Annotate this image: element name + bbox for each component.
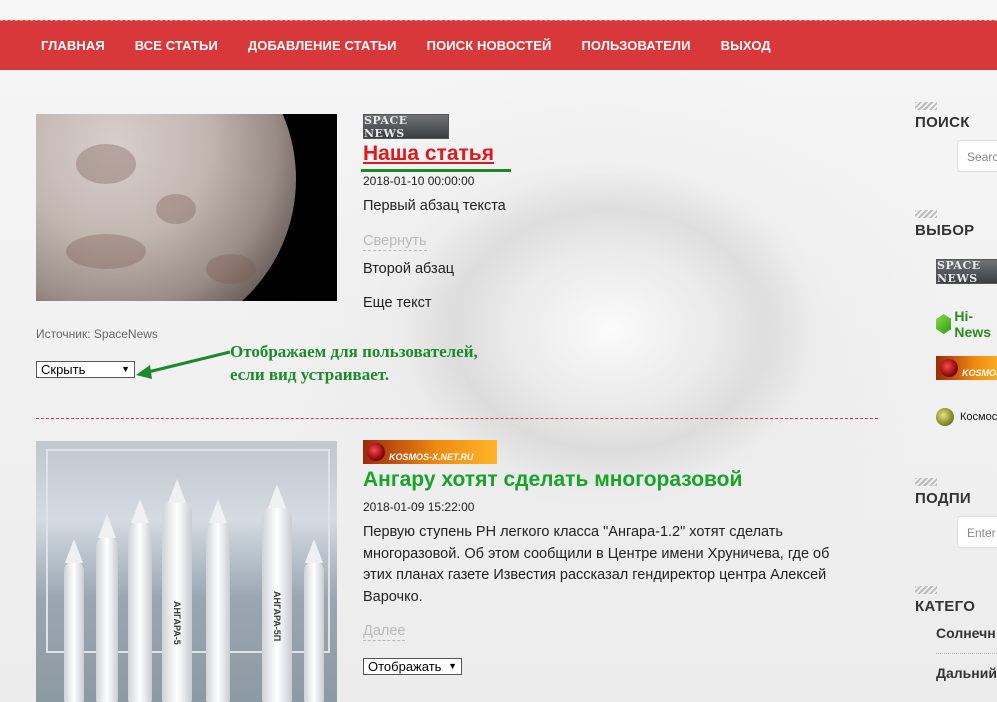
sidebar-heading-search: ПОИСК <box>915 97 997 131</box>
source-logo-spacenews[interactable]: SPACE NEWS <box>363 114 449 140</box>
kosmos-ball-icon <box>367 443 385 461</box>
title-highlight-underline <box>361 169 511 172</box>
rocket: АНГАРА-5 <box>162 501 192 702</box>
nav-item-logout[interactable]: ВЫХОД <box>721 38 771 53</box>
hatch-icon <box>915 210 937 219</box>
article-paragraph: Второй абзац <box>363 261 455 277</box>
planet-crater <box>156 194 196 224</box>
cube-icon <box>936 314 952 334</box>
planet-crater <box>66 234 146 269</box>
nav-item-home[interactable]: ГЛАВНАЯ <box>41 38 105 53</box>
kosmos-small-label: Космос <box>960 411 997 423</box>
rocket-label: АНГАРА-5 <box>172 601 182 645</box>
kosmos-label: KOSMOS <box>962 368 997 378</box>
sidebar-heading-text: ПОИСК <box>915 114 970 131</box>
source-logo-kosmos[interactable]: KOSMOS-X.NET.RU <box>363 440 497 464</box>
article-date: 2018-01-10 00:00:00 <box>363 174 475 188</box>
article-divider <box>36 418 878 419</box>
main-nav: ГЛАВНАЯ ВСЕ СТАТЬИ ДОБАВЛЕНИЕ СТАТЬИ ПОИ… <box>0 20 997 70</box>
sidebar-source-hinews[interactable]: Hi-News <box>936 308 997 340</box>
annotation-arrow-icon <box>136 350 231 379</box>
chevron-down-icon: ▼ <box>448 661 457 671</box>
nav-item-news-search[interactable]: ПОИСК НОВОСТЕЙ <box>427 38 552 53</box>
article-source: Источник: SpaceNews <box>36 327 158 341</box>
article-image-rockets[interactable]: АНГАРА-5 АНГАРА-5П <box>36 441 337 702</box>
visibility-select-value: Отображать <box>368 659 442 674</box>
nav-item-all-articles[interactable]: ВСЕ СТАТЬИ <box>135 38 218 53</box>
article-paragraph: Еще текст <box>363 295 432 311</box>
visibility-select[interactable]: Отображать ▼ <box>363 658 462 675</box>
planet-crater <box>76 144 136 184</box>
category-item[interactable]: Дальний <box>936 665 997 681</box>
rocket <box>64 561 84 702</box>
planet-crater <box>206 254 256 284</box>
sidebar-heading-subscribe: ПОДПИ <box>915 473 997 507</box>
top-strip <box>0 0 997 20</box>
planet-icon <box>936 408 954 426</box>
hatch-icon <box>915 102 937 111</box>
rocket <box>304 561 324 702</box>
sidebar-source-kosmos[interactable]: KOSMOS <box>936 356 997 380</box>
article-paragraph: Первый абзац текста <box>363 198 506 214</box>
sidebar-heading-text: КАТЕГО <box>915 598 976 615</box>
rocket <box>206 521 230 702</box>
rocket: АНГАРА-5П <box>262 506 292 702</box>
sidebar-heading-categories: КАТЕГО <box>915 581 997 615</box>
category-item[interactable]: Солнечн <box>936 625 996 641</box>
rocket <box>96 536 118 702</box>
nav-item-add-article[interactable]: ДОБАВЛЕНИЕ СТАТЬИ <box>248 38 397 53</box>
rocket <box>128 521 152 702</box>
sidebar-search-input[interactable]: Search <box>957 140 997 172</box>
chevron-down-icon: ▼ <box>121 364 130 374</box>
hinews-label: Hi-News <box>954 308 991 340</box>
article-title[interactable]: Наша статья <box>363 142 494 166</box>
hatch-icon <box>915 586 937 595</box>
visibility-select[interactable]: Скрыть ▼ <box>36 361 135 378</box>
kosmos-ball-icon <box>940 359 958 377</box>
hatch-icon <box>915 478 937 487</box>
annotation-line: Отображаем для пользователей, <box>230 342 478 361</box>
annotation-line: если вид устраивает. <box>230 365 390 384</box>
article-title[interactable]: Ангару хотят сделать многоразовой <box>363 468 742 492</box>
article-image-planet[interactable] <box>36 114 337 301</box>
sidebar-subscribe-input[interactable]: Enter <box>957 516 997 548</box>
article-date: 2018-01-09 15:22:00 <box>363 500 475 514</box>
more-link[interactable]: Далее <box>363 622 406 641</box>
sidebar-source-spacenews[interactable]: SPACE NEWS <box>936 259 997 285</box>
annotation-text: Отображаем для пользователей, если вид у… <box>230 340 478 386</box>
visibility-select-value: Скрыть <box>41 362 86 377</box>
rocket-label: АНГАРА-5П <box>272 591 282 642</box>
collapse-link[interactable]: Свернуть <box>363 232 427 251</box>
category-separator <box>936 653 997 654</box>
sidebar-heading-text: ПОДПИ <box>915 490 971 507</box>
sidebar-source-kosmos-text[interactable]: Космос <box>936 408 997 426</box>
source-logo-text: KOSMOS-X.NET.RU <box>389 452 474 462</box>
sidebar-heading-text: ВЫБОР <box>915 222 975 239</box>
nav-item-users[interactable]: ПОЛЬЗОВАТЕЛИ <box>581 38 690 53</box>
sidebar-heading-select: ВЫБОР <box>915 205 997 239</box>
article-paragraph: Первую ступень РН легкого класса "Ангара… <box>363 524 830 605</box>
